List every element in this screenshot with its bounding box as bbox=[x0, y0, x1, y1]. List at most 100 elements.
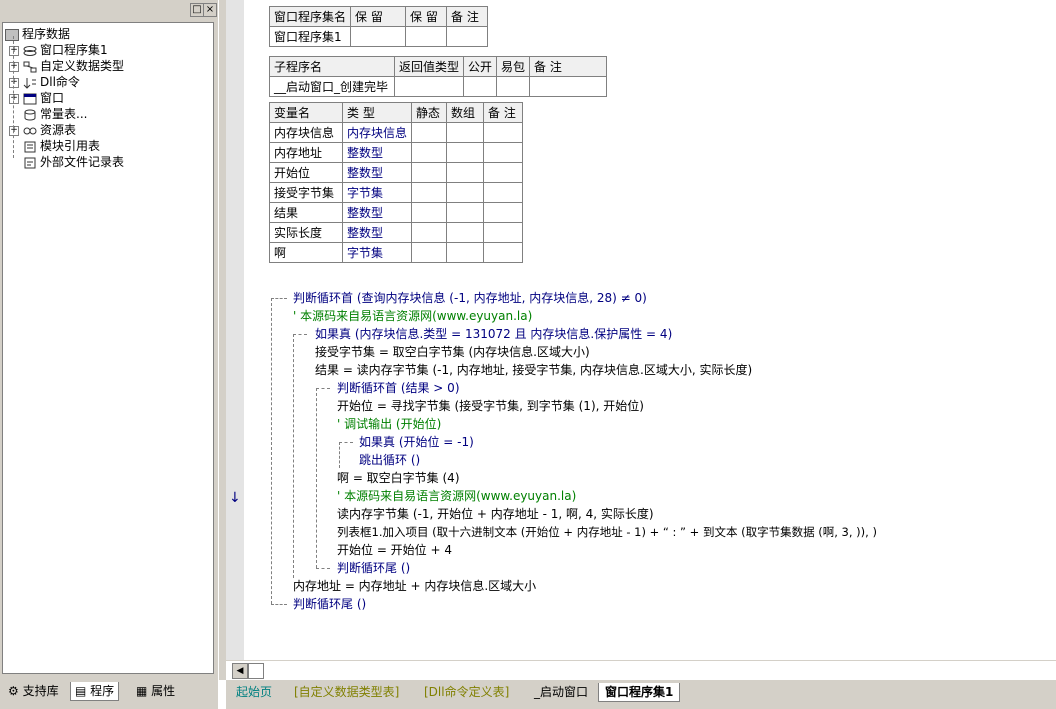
subroutine-table: 子程序名 返回值类型 公开 易包 备 注 __启动窗口_创建完毕 bbox=[269, 56, 608, 97]
tree-item-module-refs[interactable]: 模块引用表 bbox=[23, 138, 100, 154]
horizontal-scrollbar[interactable]: ◀ bbox=[226, 660, 1056, 681]
code-line[interactable]: 接受字节集 = 取空白字节集 (内存块信息.区域大小) bbox=[315, 343, 590, 361]
table-cell[interactable] bbox=[483, 142, 524, 163]
tab-start-page[interactable]: 起始页 bbox=[230, 683, 278, 701]
var-name[interactable]: 结果 bbox=[269, 202, 343, 223]
table-cell[interactable]: __启动窗口_创建完毕 bbox=[269, 76, 395, 97]
close-icon[interactable]: × bbox=[203, 3, 217, 17]
table-cell[interactable] bbox=[483, 242, 524, 263]
tree-item-assembly[interactable]: + 窗口程序集1 bbox=[9, 42, 108, 58]
table-row[interactable]: 结果 整数型 bbox=[269, 202, 524, 223]
tab-support-library[interactable]: ⚙ 支持库 bbox=[4, 682, 63, 700]
code-line[interactable]: 判断循环首 (结果 > 0) bbox=[337, 379, 460, 397]
expand-icon[interactable]: + bbox=[9, 46, 19, 56]
code-line[interactable]: 开始位 = 开始位 + 4 bbox=[337, 541, 452, 559]
tree-item-constants[interactable]: 常量表... bbox=[23, 106, 87, 122]
table-cell[interactable] bbox=[483, 222, 524, 243]
expand-icon[interactable]: + bbox=[9, 78, 19, 88]
var-type[interactable]: 内存块信息 bbox=[341, 122, 413, 143]
var-type[interactable]: 字节集 bbox=[341, 182, 413, 203]
code-line[interactable]: 读内存字节集 (-1, 开始位 + 内存地址 - 1, 啊, 4, 实际长度) bbox=[337, 505, 654, 523]
restore-icon[interactable]: □ bbox=[190, 3, 204, 17]
code-line[interactable]: 结果 = 读内存字节集 (-1, 内存地址, 接受字节集, 内存块信息.区域大小… bbox=[315, 361, 752, 379]
table-cell[interactable] bbox=[446, 202, 485, 223]
table-cell[interactable] bbox=[411, 142, 448, 163]
code-line[interactable]: 如果真 (内存块信息.类型 = 131072 且 内存块信息.保护属性 = 4) bbox=[315, 325, 672, 343]
table-cell[interactable] bbox=[411, 222, 448, 243]
code-line[interactable]: 判断循环尾 () bbox=[293, 595, 366, 613]
expand-icon[interactable]: + bbox=[9, 62, 19, 72]
table-cell[interactable] bbox=[463, 76, 498, 97]
table-row[interactable]: 内存块信息 内存块信息 bbox=[269, 122, 524, 143]
var-type[interactable]: 字节集 bbox=[341, 242, 413, 263]
var-name[interactable]: 内存块信息 bbox=[269, 122, 343, 143]
code-line[interactable]: 跳出循环 () bbox=[359, 451, 420, 469]
var-type[interactable]: 整数型 bbox=[341, 222, 413, 243]
table-row[interactable]: 接受字节集 字节集 bbox=[269, 182, 524, 203]
code-comment[interactable]: ' 调试输出 (开始位) bbox=[337, 415, 441, 433]
table-cell[interactable] bbox=[405, 26, 448, 47]
code-line[interactable]: 判断循环首 (查询内存块信息 (-1, 内存地址, 内存块信息, 28) ≠ 0… bbox=[293, 289, 647, 307]
code-comment[interactable]: ' 本源码来自易语言资源网(www.eyuyan.la) bbox=[293, 307, 532, 325]
tree-root[interactable]: 程序数据 bbox=[5, 26, 70, 42]
tree-item-external-files[interactable]: 外部文件记录表 bbox=[23, 154, 124, 170]
table-row[interactable]: 内存地址 整数型 bbox=[269, 142, 524, 163]
table-row[interactable]: 实际长度 整数型 bbox=[269, 222, 524, 243]
tree-item-window[interactable]: + 窗口 bbox=[9, 90, 64, 106]
table-cell[interactable] bbox=[483, 122, 524, 143]
code-line[interactable]: 判断循环尾 () bbox=[337, 559, 410, 577]
var-name[interactable]: 开始位 bbox=[269, 162, 343, 183]
table-cell[interactable] bbox=[529, 76, 608, 97]
table-cell[interactable] bbox=[411, 182, 448, 203]
table-cell[interactable] bbox=[411, 162, 448, 183]
table-cell[interactable] bbox=[496, 76, 531, 97]
var-name[interactable]: 接受字节集 bbox=[269, 182, 343, 203]
expand-icon[interactable]: + bbox=[9, 126, 19, 136]
tab-program[interactable]: ▤ 程序 bbox=[70, 682, 120, 701]
code-comment[interactable]: ' 本源码来自易语言资源网(www.eyuyan.la) bbox=[337, 487, 576, 505]
table-cell[interactable] bbox=[446, 222, 485, 243]
table-cell[interactable] bbox=[411, 202, 448, 223]
table-cell[interactable] bbox=[393, 76, 465, 97]
table-cell[interactable] bbox=[411, 242, 448, 263]
table-cell[interactable] bbox=[446, 122, 485, 143]
scroll-thumb[interactable] bbox=[248, 663, 264, 679]
tab-custom-types[interactable]: [自定义数据类型表] bbox=[288, 683, 405, 701]
var-type[interactable]: 整数型 bbox=[341, 202, 413, 223]
var-type[interactable]: 整数型 bbox=[341, 162, 413, 183]
table-row[interactable]: 啊字节集 bbox=[269, 242, 524, 263]
expand-icon[interactable]: + bbox=[9, 94, 19, 104]
code-line[interactable]: 列表框1.加入项目 (取十六进制文本 (开始位 + 内存地址 - 1) + “ … bbox=[337, 523, 877, 541]
table-cell[interactable] bbox=[446, 182, 485, 203]
var-name[interactable]: 内存地址 bbox=[269, 142, 343, 163]
scroll-left-icon[interactable]: ◀ bbox=[232, 663, 248, 679]
var-name[interactable]: 实际长度 bbox=[269, 222, 343, 243]
table-cell[interactable] bbox=[446, 26, 489, 47]
col-header: 类 型 bbox=[341, 102, 413, 123]
code-editor[interactable]: 窗口程序集名 保 留 保 留 备 注 窗口程序集1 子程序名 返回值类型 公开 … bbox=[244, 0, 1056, 660]
var-name[interactable]: 啊 bbox=[269, 242, 343, 263]
table-cell[interactable]: 窗口程序集1 bbox=[268, 26, 352, 47]
code-line[interactable]: 啊 = 取空白字节集 (4) bbox=[337, 469, 460, 487]
tree-item-custom-types[interactable]: + 自定义数据类型 bbox=[9, 58, 124, 74]
table-cell[interactable] bbox=[446, 242, 485, 263]
code-line[interactable]: 开始位 = 寻找字节集 (接受字节集, 到字节集 (1), 开始位) bbox=[337, 397, 644, 415]
table-cell[interactable] bbox=[446, 162, 485, 183]
table-row[interactable]: 开始位 整数型 bbox=[269, 162, 524, 183]
table-cell[interactable] bbox=[483, 202, 524, 223]
tab-window-assembly[interactable]: 窗口程序集1 bbox=[598, 683, 681, 702]
var-type[interactable]: 整数型 bbox=[341, 142, 413, 163]
tab-properties[interactable]: ▦ 属性 bbox=[132, 682, 179, 700]
tab-dll-commands[interactable]: [Dll命令定义表] bbox=[418, 683, 515, 701]
table-cell[interactable] bbox=[483, 162, 524, 183]
constants-icon bbox=[23, 109, 37, 121]
tree-item-dll[interactable]: + Dll命令 bbox=[9, 74, 80, 90]
code-line[interactable]: 内存地址 = 内存地址 + 内存块信息.区域大小 bbox=[293, 577, 536, 595]
tree-item-resources[interactable]: + 资源表 bbox=[9, 122, 76, 138]
tab-startup-window[interactable]: _启动窗口 bbox=[528, 683, 594, 701]
table-cell[interactable] bbox=[446, 142, 485, 163]
table-cell[interactable] bbox=[483, 182, 524, 203]
code-line[interactable]: 如果真 (开始位 = -1) bbox=[359, 433, 474, 451]
table-cell[interactable] bbox=[411, 122, 448, 143]
table-cell[interactable] bbox=[350, 26, 407, 47]
